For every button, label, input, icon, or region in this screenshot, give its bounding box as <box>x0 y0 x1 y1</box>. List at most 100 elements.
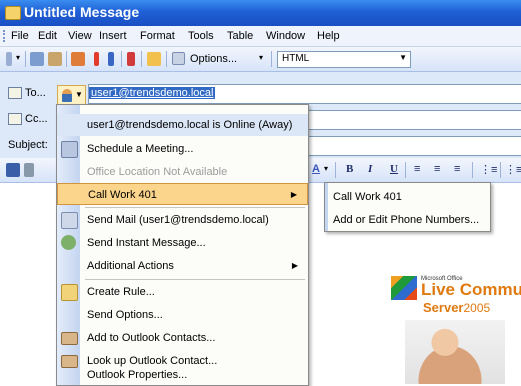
toolbar-separator <box>472 162 473 178</box>
toolbar-separator <box>335 162 336 178</box>
insert-file-icon[interactable] <box>71 52 85 66</box>
menu-send-im[interactable]: Send Instant Message... <box>57 232 308 254</box>
font-color-dropdown-icon[interactable]: ▾ <box>324 164 328 173</box>
menu-separator <box>85 279 305 280</box>
send-options-label: Send Options... <box>87 309 163 321</box>
message-format-select[interactable]: HTML ▼ <box>277 51 411 68</box>
menu-add-contacts[interactable]: Add to Outlook Contacts... <box>57 327 308 349</box>
menu-office-location: Office Location Not Available <box>57 161 308 183</box>
flag-icon[interactable] <box>127 52 135 66</box>
toolbar-separator <box>66 51 67 67</box>
font-color-icon[interactable]: A <box>312 163 320 175</box>
check-names-icon[interactable] <box>48 52 62 66</box>
submenu-add-edit-phone[interactable]: Add or Edit Phone Numbers... <box>333 214 479 226</box>
cc-field[interactable] <box>308 110 521 130</box>
subject-label: Subject: <box>8 139 48 151</box>
attach-icon[interactable] <box>6 52 12 66</box>
options-dropdown-icon[interactable]: ▾ <box>259 53 263 62</box>
ad-server-text: Server <box>423 300 464 315</box>
save-icon[interactable] <box>6 163 20 177</box>
menu-create-rule[interactable]: Create Rule... <box>57 281 308 303</box>
submenu-call-work[interactable]: Call Work 401 <box>333 191 402 203</box>
italic-button[interactable]: I <box>368 163 372 175</box>
contact-card-icon <box>61 332 78 345</box>
office-location-label: Office Location Not Available <box>87 166 228 178</box>
toolbar-separator <box>25 51 26 67</box>
call-work-submenu: Call Work 401 Add or Edit Phone Numbers.… <box>324 182 491 232</box>
align-center-icon[interactable]: ≡ <box>434 163 440 175</box>
numbering-icon[interactable]: ⋮≡ <box>480 163 497 176</box>
menu-format[interactable]: Format <box>140 30 175 42</box>
submenu-arrow-icon: ▶ <box>290 190 297 199</box>
bullets-icon[interactable]: ⋮≡ <box>505 163 521 176</box>
to-button[interactable]: To... <box>8 87 46 105</box>
bold-button[interactable]: B <box>346 163 353 175</box>
title-bar[interactable]: Untitled Message <box>0 0 521 26</box>
send-mail-label: Send Mail (user1@trendsdemo.local) <box>87 214 269 226</box>
window-title: Untitled Message <box>24 4 140 20</box>
rule-icon <box>61 284 78 301</box>
toolbar-separator <box>405 162 406 178</box>
address-book-icon <box>8 113 22 126</box>
calendar-icon <box>61 141 78 158</box>
menu-edit[interactable]: Edit <box>38 30 57 42</box>
align-left-icon[interactable]: ≡ <box>414 163 420 175</box>
toolbar-separator <box>500 162 501 178</box>
attach-dropdown-icon[interactable]: ▾ <box>16 53 20 62</box>
chevron-down-icon: ▼ <box>75 90 83 99</box>
add-contacts-label: Add to Outlook Contacts... <box>87 332 216 344</box>
cc-label: Cc... <box>25 113 48 125</box>
outlook-properties-label: Outlook Properties... <box>87 369 188 381</box>
address-book-icon[interactable] <box>30 52 44 66</box>
underline-button[interactable]: U <box>390 163 398 175</box>
ad-photo <box>405 320 505 384</box>
menu-insert[interactable]: Insert <box>99 30 127 42</box>
standard-toolbar: ▾ Options... ▾ HTML ▼ <box>0 47 521 72</box>
toolbar-separator <box>141 51 142 67</box>
menu-window[interactable]: Window <box>266 30 305 42</box>
menu-grip-icon[interactable] <box>3 30 7 42</box>
menu-tools[interactable]: Tools <box>188 30 214 42</box>
menu-send-mail[interactable]: Send Mail (user1@trendsdemo.local) <box>57 209 308 231</box>
office-logo-icon <box>391 276 417 300</box>
options-button[interactable]: Options... <box>190 53 237 65</box>
align-right-icon[interactable]: ≡ <box>454 163 460 175</box>
importance-high-icon[interactable] <box>94 52 99 66</box>
permission-icon[interactable] <box>147 52 161 66</box>
menu-table[interactable]: Table <box>227 30 253 42</box>
menu-send-options[interactable]: Send Options... <box>57 304 308 326</box>
menu-view[interactable]: View <box>68 30 92 42</box>
menu-outlook-properties[interactable]: Outlook Properties... <box>57 363 308 385</box>
ad-server-line: Server2005 <box>423 300 490 315</box>
toolbar-separator <box>166 51 167 67</box>
menu-bar: File Edit View Insert Format Tools Table… <box>0 26 521 47</box>
importance-low-icon[interactable] <box>108 52 114 66</box>
person-context-menu: user1@trendsdemo.local is Online (Away) … <box>56 104 309 386</box>
subject-field[interactable] <box>308 136 521 156</box>
menu-schedule-meeting[interactable]: Schedule a Meeting... <box>57 138 308 160</box>
ad-year: 2005 <box>463 301 491 315</box>
menu-call-work[interactable]: Call Work 401 ▶ <box>57 183 308 205</box>
instant-message-icon <box>61 235 76 250</box>
call-work-label: Call Work 401 <box>88 189 157 201</box>
menu-separator <box>85 207 305 208</box>
cc-button[interactable]: Cc... <box>8 113 48 131</box>
menu-help[interactable]: Help <box>317 30 340 42</box>
send-im-label: Send Instant Message... <box>87 237 206 249</box>
live-communications-server-ad: Microsoft Office Live Commu Server2005 <box>387 268 521 384</box>
print-icon[interactable] <box>24 163 34 177</box>
envelope-icon <box>5 6 21 20</box>
toolbar-separator <box>271 51 272 67</box>
to-recipient[interactable]: user1@trendsdemo.local <box>89 87 216 99</box>
send-mail-icon <box>61 212 78 229</box>
schedule-meeting-label: Schedule a Meeting... <box>87 143 194 155</box>
message-format-value: HTML <box>282 53 310 64</box>
create-rule-label: Create Rule... <box>87 286 155 298</box>
menu-additional-actions[interactable]: Additional Actions ▶ <box>57 255 308 277</box>
submenu-gutter <box>325 183 328 231</box>
ad-live-text: Live Commu <box>421 280 521 299</box>
additional-actions-label: Additional Actions <box>87 260 174 272</box>
chevron-down-icon: ▼ <box>399 53 407 62</box>
menu-file[interactable]: File <box>11 30 29 42</box>
options-icon[interactable] <box>172 52 185 65</box>
